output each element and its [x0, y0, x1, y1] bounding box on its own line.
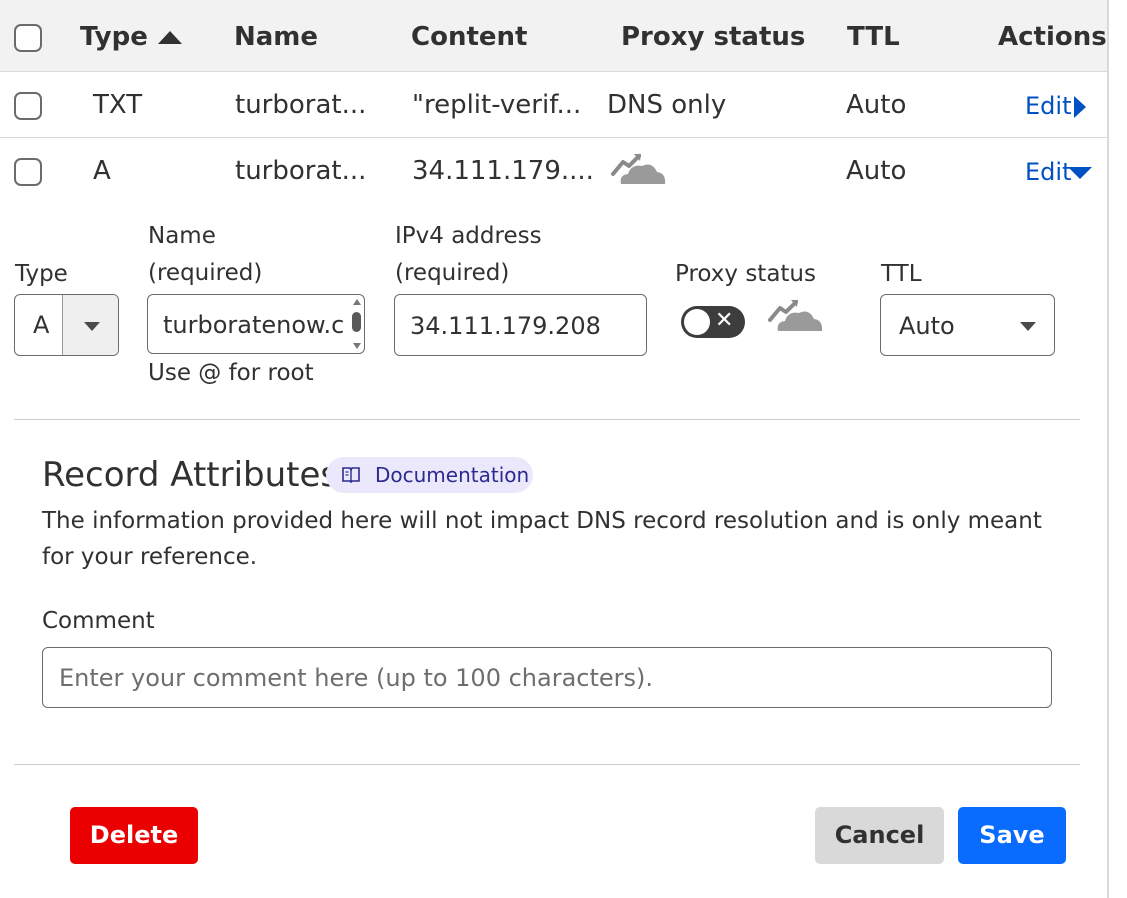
column-header-content[interactable]: Content [411, 20, 527, 54]
book-icon [342, 467, 360, 483]
record-ttl: Auto [846, 156, 907, 186]
table-header: Type Name Content Proxy status TTL Actio… [0, 0, 1107, 72]
column-header-proxy-status[interactable]: Proxy status [621, 20, 805, 54]
column-header-actions: Actions [998, 22, 1107, 52]
type-label: Type [15, 261, 68, 287]
row-checkbox[interactable] [14, 158, 42, 186]
record-proxy-status: DNS only [607, 90, 727, 120]
ttl-label: TTL [881, 261, 922, 287]
column-header-ttl[interactable]: TTL [847, 20, 900, 54]
comment-placeholder: Enter your comment here (up to 100 chara… [59, 664, 654, 692]
name-field[interactable]: turboratenow.c [147, 294, 365, 354]
record-ttl: Auto [846, 90, 907, 120]
proxy-status-toggle[interactable]: ✕ [681, 306, 745, 338]
ttl-select[interactable]: Auto [880, 294, 1055, 356]
type-select-value: A [33, 311, 50, 339]
dns-only-cloud-icon [768, 300, 823, 331]
row-checkbox[interactable] [14, 92, 42, 120]
record-attributes-description: The information provided here will not i… [42, 508, 1042, 570]
select-all-checkbox[interactable] [14, 24, 42, 52]
documentation-link[interactable]: Documentation [326, 457, 533, 493]
column-header-name[interactable]: Name [234, 20, 318, 54]
panel-right-border [1107, 0, 1109, 898]
scroll-down-icon[interactable] [353, 343, 361, 349]
edit-link[interactable]: Edit [1025, 155, 1071, 189]
name-hint: Use @ for root [148, 360, 314, 386]
edit-link[interactable]: Edit [1025, 89, 1071, 123]
comment-label: Comment [42, 608, 155, 634]
ttl-select-value: Auto [899, 312, 955, 340]
select-arrow-area[interactable] [63, 295, 118, 355]
record-content: "replit-verif... [412, 90, 582, 120]
table-row: TXT turborat... "replit-verif... DNS onl… [0, 72, 1107, 138]
scrollbar-thumb[interactable] [352, 312, 361, 332]
section-divider [14, 419, 1080, 420]
delete-button[interactable]: Delete [70, 807, 198, 864]
cancel-button[interactable]: Cancel [815, 807, 944, 864]
ipv4-required-label: (required) [395, 260, 510, 286]
chevron-down-icon [84, 322, 100, 331]
record-name: turborat... [235, 156, 367, 186]
documentation-label: Documentation [375, 463, 530, 487]
name-required-label: (required) [148, 260, 263, 286]
close-icon: ✕ [715, 308, 734, 333]
ipv4-address-value: 34.111.179.208 [410, 312, 601, 340]
save-button[interactable]: Save [958, 807, 1066, 864]
proxied-cloud-icon [611, 154, 666, 184]
record-type: TXT [93, 90, 143, 120]
footer-divider [14, 764, 1080, 765]
ipv4-address-field[interactable]: 34.111.179.208 [394, 294, 647, 356]
ipv4-label: IPv4 address [395, 223, 542, 249]
scroll-up-icon[interactable] [353, 299, 361, 305]
record-name: turborat... [235, 90, 367, 120]
toggle-knob [684, 309, 710, 335]
collapse-down-icon[interactable] [1068, 167, 1092, 179]
name-field-value: turboratenow.c [163, 311, 343, 339]
column-header-type[interactable]: Type [80, 20, 148, 54]
table-row: A turborat... 34.111.179.... Auto Edit [0, 138, 1107, 204]
record-attributes-heading: Record Attributes [42, 455, 339, 495]
record-content: 34.111.179.... [412, 156, 594, 186]
record-type: A [93, 156, 111, 186]
sort-ascending-icon[interactable] [158, 31, 182, 44]
comment-field[interactable]: Enter your comment here (up to 100 chara… [42, 647, 1052, 708]
chevron-down-icon [1020, 322, 1036, 331]
expand-right-icon[interactable] [1074, 96, 1086, 118]
name-label: Name [148, 223, 216, 249]
type-select[interactable]: A [14, 294, 119, 356]
proxy-status-label: Proxy status [675, 261, 816, 287]
